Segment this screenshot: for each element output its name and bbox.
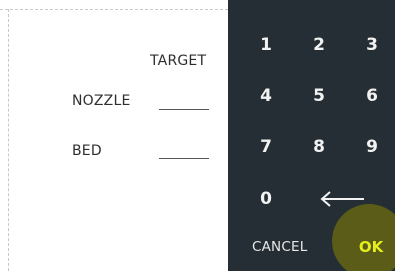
key-1[interactable]: 1 [246, 35, 286, 55]
key-2[interactable]: 2 [299, 35, 339, 55]
left-arrow-icon [320, 191, 364, 207]
dashed-border-top [0, 9, 228, 10]
key-7[interactable]: 7 [246, 137, 286, 157]
nozzle-label: NOZZLE [72, 93, 131, 109]
numeric-keypad: 1 2 3 4 5 6 7 8 9 0 CANCEL OK [228, 0, 395, 271]
key-5[interactable]: 5 [299, 86, 339, 106]
bed-label: BED [72, 143, 102, 159]
key-3[interactable]: 3 [352, 35, 392, 55]
temperature-entry-panel: TARGET NOZZLE BED 1 2 3 4 5 6 7 8 9 0 CA… [0, 0, 395, 271]
key-9[interactable]: 9 [352, 137, 392, 157]
ok-button[interactable]: OK [351, 238, 391, 256]
key-0[interactable]: 0 [246, 189, 286, 209]
backspace-button[interactable] [316, 187, 368, 211]
nozzle-target-field[interactable] [159, 109, 209, 110]
key-6[interactable]: 6 [352, 86, 392, 106]
bed-target-field[interactable] [159, 158, 209, 159]
key-4[interactable]: 4 [246, 86, 286, 106]
target-column-header: TARGET [150, 53, 207, 69]
cancel-button[interactable]: CANCEL [252, 239, 307, 255]
key-8[interactable]: 8 [299, 137, 339, 157]
dashed-border-left [8, 9, 9, 271]
